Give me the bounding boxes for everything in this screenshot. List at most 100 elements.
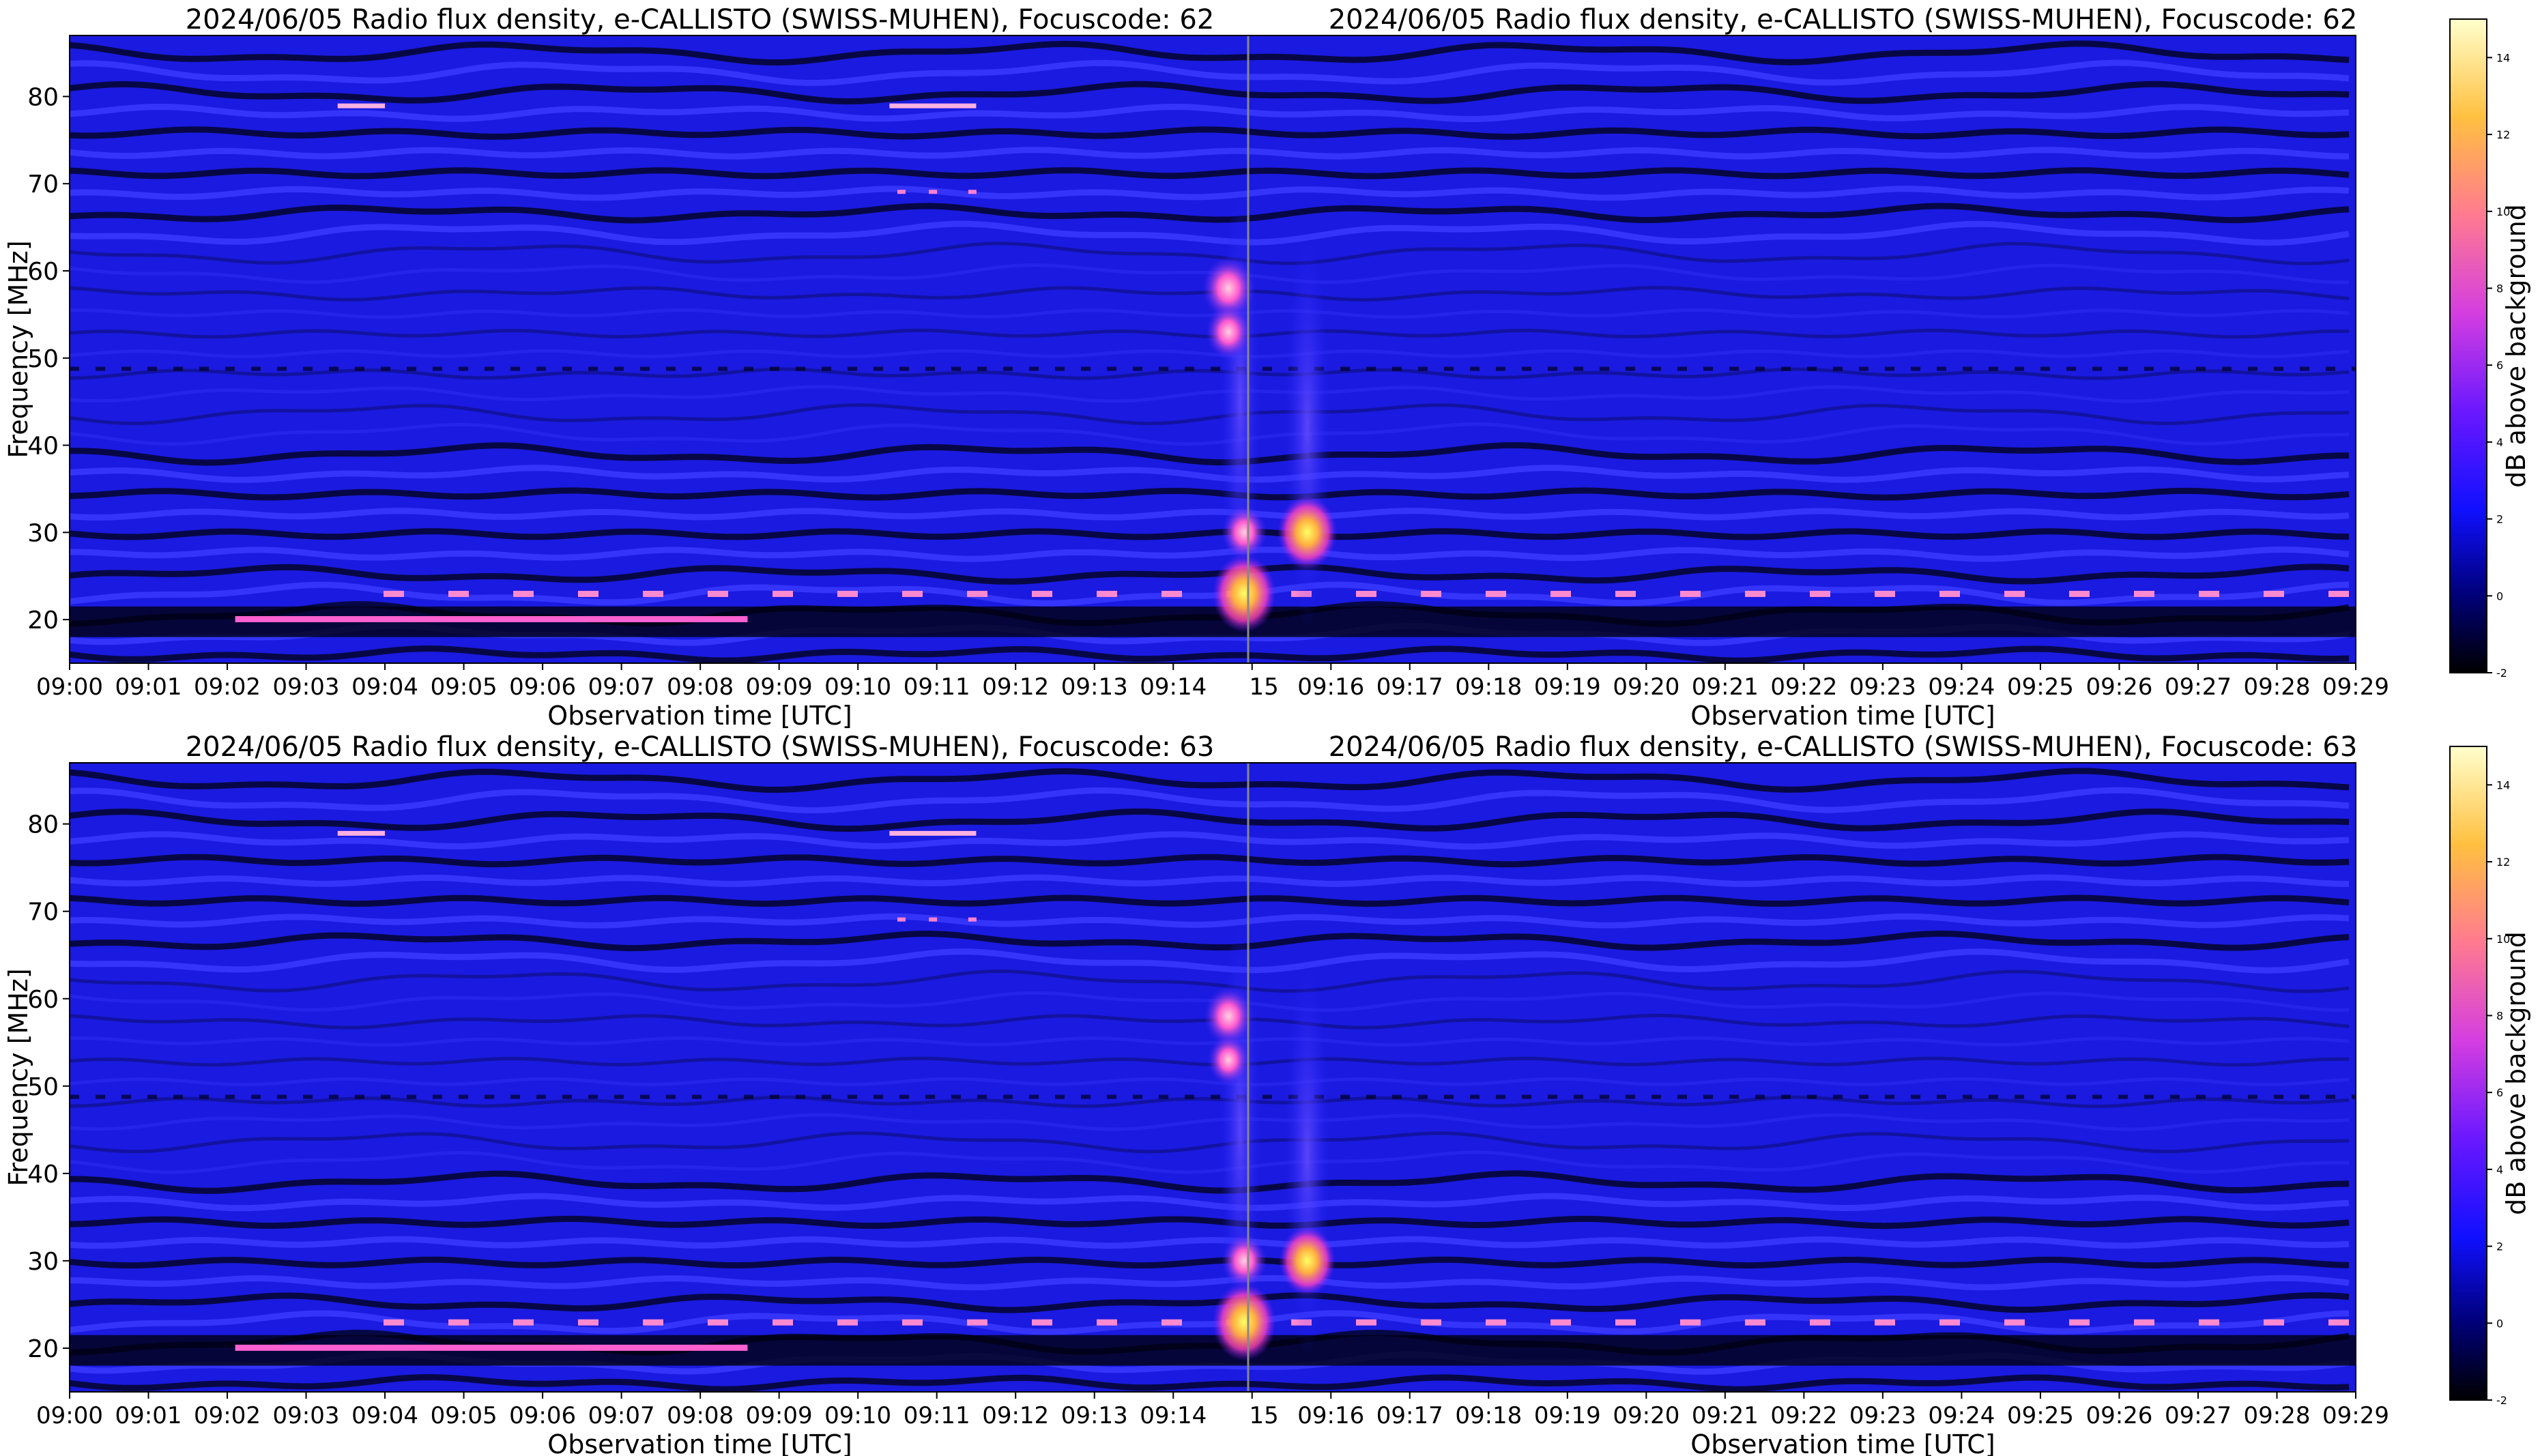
rfi-segment <box>384 590 404 597</box>
x-tick-label: 09:04 <box>351 673 418 701</box>
rfi-segment <box>1161 590 1182 597</box>
rfi-segment <box>1911 1094 1920 1099</box>
rfi-segment <box>2328 590 2349 597</box>
colorbar-label: dB above background <box>2501 204 2531 488</box>
burst-column <box>1284 955 1331 1357</box>
x-tick-label: 09:26 <box>2086 1402 2152 1429</box>
rfi-segment <box>925 1094 935 1099</box>
rfi-segment <box>1029 1094 1039 1099</box>
x-tick-label: 09:09 <box>746 1402 813 1429</box>
rfi-segment <box>1937 1094 1946 1099</box>
rfi-segment <box>666 1094 676 1099</box>
burst-hotspot <box>1212 554 1277 632</box>
rfi-streak <box>968 917 977 922</box>
rfi-segment <box>1833 1094 1843 1099</box>
rfi-segment <box>1185 366 1194 371</box>
x-tick-label: 09:01 <box>115 1402 182 1429</box>
rfi-segment <box>1496 366 1505 371</box>
x-tick-label: 09:19 <box>1534 1402 1601 1429</box>
x-tick-label: 09:24 <box>1928 673 1995 701</box>
rfi-segment <box>70 366 79 371</box>
burst-hotspot <box>1279 1226 1336 1296</box>
x-tick-label: 09:20 <box>1613 673 1679 701</box>
colorbar-tick-label: 12 <box>2496 856 2510 869</box>
rfi-segment <box>2066 366 2076 371</box>
rfi-segment <box>1680 1319 1701 1326</box>
x-tick-label: 09:08 <box>667 673 734 701</box>
chart-title-left: 2024/06/05 Radio flux density, e-CALLIST… <box>186 731 1215 763</box>
x-tick-label: 09:21 <box>1692 673 1759 701</box>
y-axis-label: Frequency [MHz] <box>3 968 33 1186</box>
rfi-segment <box>643 590 663 597</box>
colorbar-tick-label: 2 <box>2496 1240 2503 1253</box>
rfi-segment <box>510 366 520 371</box>
y-tick-label: 20 <box>27 607 59 635</box>
rfi-segment <box>2004 1319 2025 1326</box>
rfi-segment <box>173 366 183 371</box>
rfi-segment <box>1032 590 1052 597</box>
rfi-segment <box>1937 366 1946 371</box>
colorbar-tick-label: 0 <box>2496 1317 2503 1330</box>
rfi-segment <box>837 590 858 597</box>
x-tick-label: 09:07 <box>588 673 655 701</box>
rfi-segment <box>2118 366 2128 371</box>
rfi-segment <box>1615 1319 1636 1326</box>
x-tick-label: 09:29 <box>2322 673 2389 701</box>
rfi-segment <box>977 1094 987 1099</box>
rfi-segment <box>822 1094 831 1099</box>
rfi-segment <box>513 590 534 597</box>
rfi-segment <box>1262 1094 1272 1099</box>
rfi-segment <box>1081 366 1091 371</box>
rfi-segment <box>96 1094 105 1099</box>
rfi-segment <box>1486 590 1506 597</box>
rfi-segment <box>225 366 235 371</box>
rfi-segment <box>1107 366 1116 371</box>
rfi-segment <box>1055 1094 1065 1099</box>
x-tick-label: 09:22 <box>1770 1402 1837 1429</box>
rfi-segment <box>121 366 131 371</box>
rfi-segment <box>536 366 546 371</box>
rfi-segment <box>2144 1094 2154 1099</box>
rfi-segment <box>1677 366 1687 371</box>
x-tick-label: 15 <box>1249 673 1278 701</box>
rfi-segment <box>2069 590 2090 597</box>
x-tick-label: 09:11 <box>904 673 970 701</box>
y-tick-label: 80 <box>27 811 59 839</box>
x-axis-label-left: Observation time [UTC] <box>547 1429 852 1456</box>
x-tick-label: 09:10 <box>824 673 891 701</box>
x-tick-label: 09:27 <box>2165 673 2232 701</box>
rfi-segment <box>770 1094 779 1099</box>
rfi-streak <box>235 616 748 622</box>
y-tick-label: 30 <box>27 519 59 547</box>
rfi-segment <box>1703 366 1713 371</box>
rfi-segment <box>874 366 883 371</box>
rfi-segment <box>977 366 987 371</box>
rfi-segment <box>199 366 209 371</box>
y-axis-label: Frequency [MHz] <box>3 240 33 458</box>
rfi-segment <box>2222 1094 2232 1099</box>
rfi-segment <box>251 1094 261 1099</box>
x-axis-label-right: Observation time [UTC] <box>1690 701 1995 731</box>
rfi-segment <box>692 366 702 371</box>
rfi-segment <box>744 1094 753 1099</box>
rfi-segment <box>510 1094 520 1099</box>
x-tick-label: 09:17 <box>1376 1402 1443 1429</box>
rfi-segment <box>1340 366 1350 371</box>
x-tick-label: 09:00 <box>36 1402 103 1429</box>
rfi-segment <box>121 1094 131 1099</box>
rfi-segment <box>1859 1094 1868 1099</box>
rfi-segment <box>1615 590 1636 597</box>
rfi-segment <box>796 366 805 371</box>
rfi-segment <box>1745 1319 1765 1326</box>
x-axis-label-right: Observation time [UTC] <box>1690 1429 1995 1456</box>
rfi-segment <box>2092 366 2102 371</box>
colorbar <box>2449 746 2487 1401</box>
colorbar-tick-label: 0 <box>2496 589 2503 602</box>
x-tick-label: 09:25 <box>2007 1402 2074 1429</box>
rfi-segment <box>614 366 624 371</box>
figure: 2024/06/05 Radio flux density, e-CALLIST… <box>3 4 2531 1456</box>
rfi-segment <box>147 1094 157 1099</box>
rfi-segment <box>2066 1094 2076 1099</box>
y-tick-label: 80 <box>27 83 59 111</box>
rfi-segment <box>1032 1319 1052 1326</box>
